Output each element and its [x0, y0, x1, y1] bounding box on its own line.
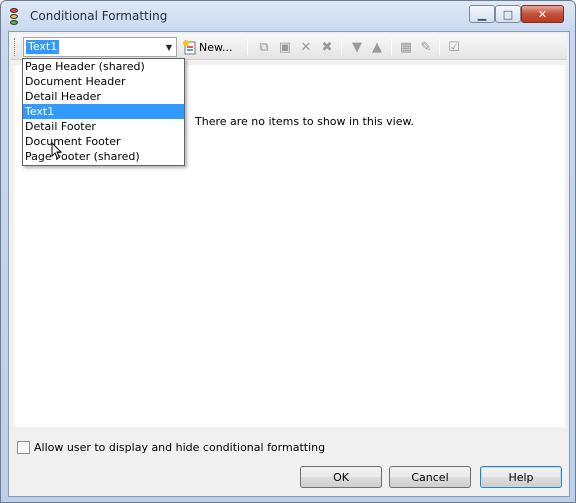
minimize-button[interactable]: ▁ — [469, 5, 495, 23]
new-button-label: New... — [199, 40, 233, 54]
dropdown-item-text1[interactable]: Text1 — [23, 104, 184, 119]
move-up-icon[interactable]: ▲ — [368, 38, 386, 56]
new-rule-icon — [183, 40, 196, 55]
toolbar-grip[interactable] — [14, 38, 17, 56]
title-bar[interactable]: Conditional Formatting ▁ □ ✕ — [1, 1, 575, 31]
dropdown-item-detail-header[interactable]: Detail Header — [23, 89, 184, 104]
new-button[interactable]: New... — [182, 37, 232, 57]
dropdown-item-document-footer[interactable]: Document Footer — [23, 134, 184, 149]
close-button[interactable]: ✕ — [521, 5, 564, 23]
cancel-button[interactable]: Cancel — [389, 466, 471, 488]
mouse-pointer-icon — [51, 142, 63, 160]
section-combo-value[interactable]: Text1 — [26, 40, 60, 54]
dropdown-item-page-footer[interactable]: Page Footer (shared) — [23, 149, 184, 164]
dialog-client-area: Text1 ▼ New... ⧉ ▣ ✕ ✖ ▼ ▲ ▦ ✎ ☑ There a… — [8, 31, 570, 497]
empty-list-message: There are no items to show in this view. — [195, 115, 414, 128]
paste-icon[interactable]: ▣ — [276, 38, 294, 56]
edit-icon[interactable]: ☑ — [445, 38, 463, 56]
dropdown-item-detail-footer[interactable]: Detail Footer — [23, 119, 184, 134]
toolbar-separator — [439, 39, 440, 55]
move-down-icon[interactable]: ▼ — [348, 38, 366, 56]
toolbar: Text1 ▼ New... ⧉ ▣ ✕ ✖ ▼ ▲ ▦ ✎ ☑ — [11, 34, 567, 60]
copy-icon[interactable]: ⧉ — [255, 38, 273, 56]
clear-icon[interactable]: ✎ — [417, 38, 435, 56]
properties-icon[interactable]: ▦ — [397, 38, 415, 56]
toolbar-separator — [247, 39, 248, 55]
allow-toggle-label: Allow user to display and hide condition… — [34, 441, 326, 454]
dialog-window: Conditional Formatting ▁ □ ✕ Text1 ▼ New… — [0, 0, 576, 503]
section-combo[interactable]: Text1 ▼ — [23, 37, 177, 57]
maximize-icon: □ — [502, 7, 514, 21]
window-title: Conditional Formatting — [30, 9, 168, 23]
chevron-down-icon[interactable]: ▼ — [162, 38, 176, 56]
ok-button[interactable]: OK — [300, 466, 382, 488]
dropdown-item-page-header[interactable]: Page Header (shared) — [23, 59, 184, 74]
help-button[interactable]: Help — [480, 466, 562, 488]
toolbar-separator — [391, 39, 392, 55]
minimize-icon: ▁ — [477, 7, 487, 21]
allow-toggle-checkbox-row[interactable]: Allow user to display and hide condition… — [17, 441, 325, 454]
section-dropdown[interactable]: Page Header (shared) Document Header Det… — [22, 58, 185, 166]
maximize-button[interactable]: □ — [495, 5, 521, 23]
allow-toggle-checkbox[interactable] — [17, 441, 30, 454]
toolbar-separator — [341, 39, 342, 55]
delete-icon[interactable]: ✕ — [297, 38, 315, 56]
traffic-light-icon — [9, 8, 19, 26]
delete-all-icon[interactable]: ✖ — [318, 38, 336, 56]
dropdown-item-document-header[interactable]: Document Header — [23, 74, 184, 89]
close-icon: ✕ — [537, 7, 548, 21]
